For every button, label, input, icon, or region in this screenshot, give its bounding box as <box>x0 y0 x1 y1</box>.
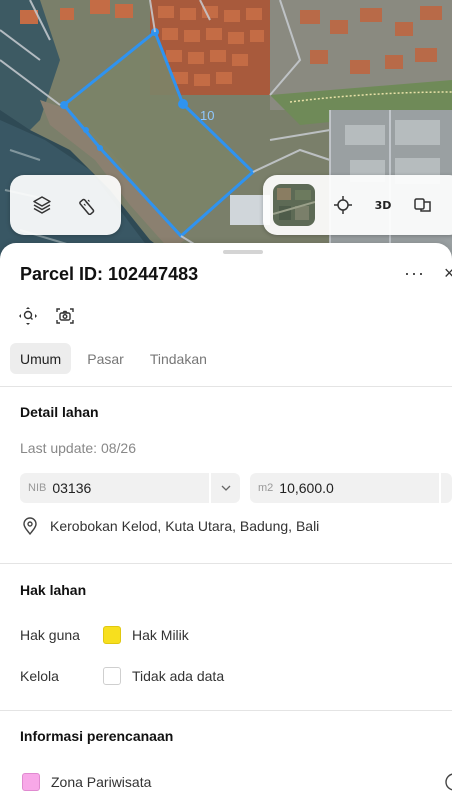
camera-icon <box>56 308 74 324</box>
parcel-detail-sheet: Parcel ID: 102447483 ··· × Umum Pasar Ti… <box>0 243 452 804</box>
nib-prefix: NIB <box>28 482 47 494</box>
hak-guna-label: Hak guna <box>20 627 80 643</box>
screenshot-button[interactable] <box>55 306 75 326</box>
hak-guna-color-swatch <box>103 626 121 644</box>
more-options-icon[interactable]: ··· <box>404 263 425 284</box>
map-tools-group <box>10 175 121 235</box>
three-d-button[interactable]: 3D <box>363 185 403 225</box>
layers-icon <box>33 196 51 214</box>
nib-field[interactable]: NIB 03136 <box>20 473 240 503</box>
address-row: Kerobokan Kelod, Kuta Utara, Badung, Bal… <box>22 517 319 535</box>
divider <box>0 710 452 711</box>
compare-button[interactable] <box>403 185 443 225</box>
area-unit-dropdown[interactable] <box>439 473 452 503</box>
zoom-to-parcel-icon <box>19 307 37 325</box>
kelola-value: Tidak ada data <box>132 668 225 684</box>
divider <box>0 386 452 387</box>
nib-value: 03136 <box>52 480 92 496</box>
last-update: Last update: 08/26 <box>20 440 136 456</box>
tab-tindakan[interactable]: Tindakan <box>140 343 217 374</box>
rights-heading: Hak lahan <box>20 582 87 598</box>
area-field[interactable]: m2 10,600.0 <box>250 473 452 503</box>
area-value: 10,600.0 <box>279 480 334 496</box>
tab-umum[interactable]: Umum <box>10 343 72 374</box>
info-icon[interactable] <box>444 772 452 792</box>
crosshair-icon <box>334 196 352 214</box>
layers-button[interactable] <box>22 185 62 225</box>
map-view-controls: 3D <box>263 175 452 235</box>
zone-color-swatch <box>22 773 40 791</box>
tab-bar: Umum Pasar Tindakan <box>10 343 217 374</box>
kelola-color-swatch <box>103 667 121 685</box>
planning-heading: Informasi perencanaan <box>20 728 174 744</box>
zone-label: Zona Pariwisata <box>51 774 152 790</box>
hak-guna-value: Hak Milik <box>132 627 189 643</box>
basemap-toggle[interactable] <box>273 184 315 226</box>
kelola-label: Kelola <box>20 668 59 684</box>
measure-button[interactable] <box>69 185 109 225</box>
parcel-tools <box>18 306 75 326</box>
close-icon[interactable]: × <box>444 263 452 284</box>
compare-icon <box>414 198 431 212</box>
location-pin-icon <box>23 517 37 535</box>
satellite-thumbnail-icon <box>273 184 315 226</box>
measure-icon <box>79 198 95 215</box>
zoom-to-parcel-button[interactable] <box>18 306 38 326</box>
parcel-title: Parcel ID: 102447483 <box>20 264 199 284</box>
map-view[interactable]: 10 3D <box>0 0 452 270</box>
divider <box>0 563 452 564</box>
detail-heading: Detail lahan <box>20 404 99 420</box>
area-prefix: m2 <box>258 482 274 494</box>
chevron-down-icon[interactable] <box>209 473 240 503</box>
locate-button[interactable] <box>323 185 363 225</box>
parcel-edge-label: 10 <box>200 108 214 123</box>
tab-pasar[interactable]: Pasar <box>77 343 134 374</box>
address-text: Kerobokan Kelod, Kuta Utara, Badung, Bal… <box>50 518 320 534</box>
drag-handle[interactable] <box>223 250 263 254</box>
